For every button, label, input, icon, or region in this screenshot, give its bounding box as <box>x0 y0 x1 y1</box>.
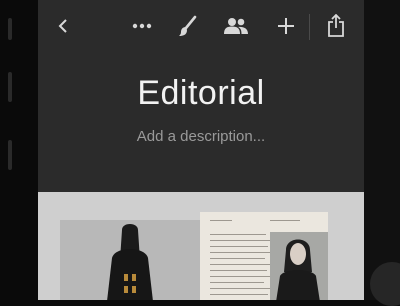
plus-icon <box>278 18 294 34</box>
chevron-left-icon <box>58 19 67 33</box>
people-icon <box>224 18 248 34</box>
back-button[interactable] <box>48 10 80 42</box>
top-toolbar <box>38 6 364 46</box>
mute-switch <box>8 18 12 40</box>
add-button[interactable] <box>270 10 302 42</box>
volume-up-button <box>8 72 12 102</box>
style-button[interactable] <box>172 10 204 42</box>
model-photo-right <box>270 232 328 300</box>
collaborators-button[interactable] <box>220 10 252 42</box>
magazine-left-page <box>60 220 200 300</box>
description-field[interactable]: Add a description... <box>38 128 364 145</box>
board-title[interactable]: Editorial <box>38 74 364 113</box>
model-photo-left <box>60 220 200 300</box>
brush-icon <box>179 15 197 36</box>
app-screen: Editorial Add a description... <box>38 0 364 300</box>
share-icon <box>328 14 344 37</box>
toolbar-divider <box>309 14 310 40</box>
volume-down-button <box>8 140 12 170</box>
background-circle <box>370 262 400 306</box>
right-edge <box>364 0 400 306</box>
more-button[interactable] <box>126 10 158 42</box>
ellipsis-icon <box>132 23 152 29</box>
share-button[interactable] <box>320 10 352 42</box>
cover-image[interactable] <box>38 192 364 300</box>
